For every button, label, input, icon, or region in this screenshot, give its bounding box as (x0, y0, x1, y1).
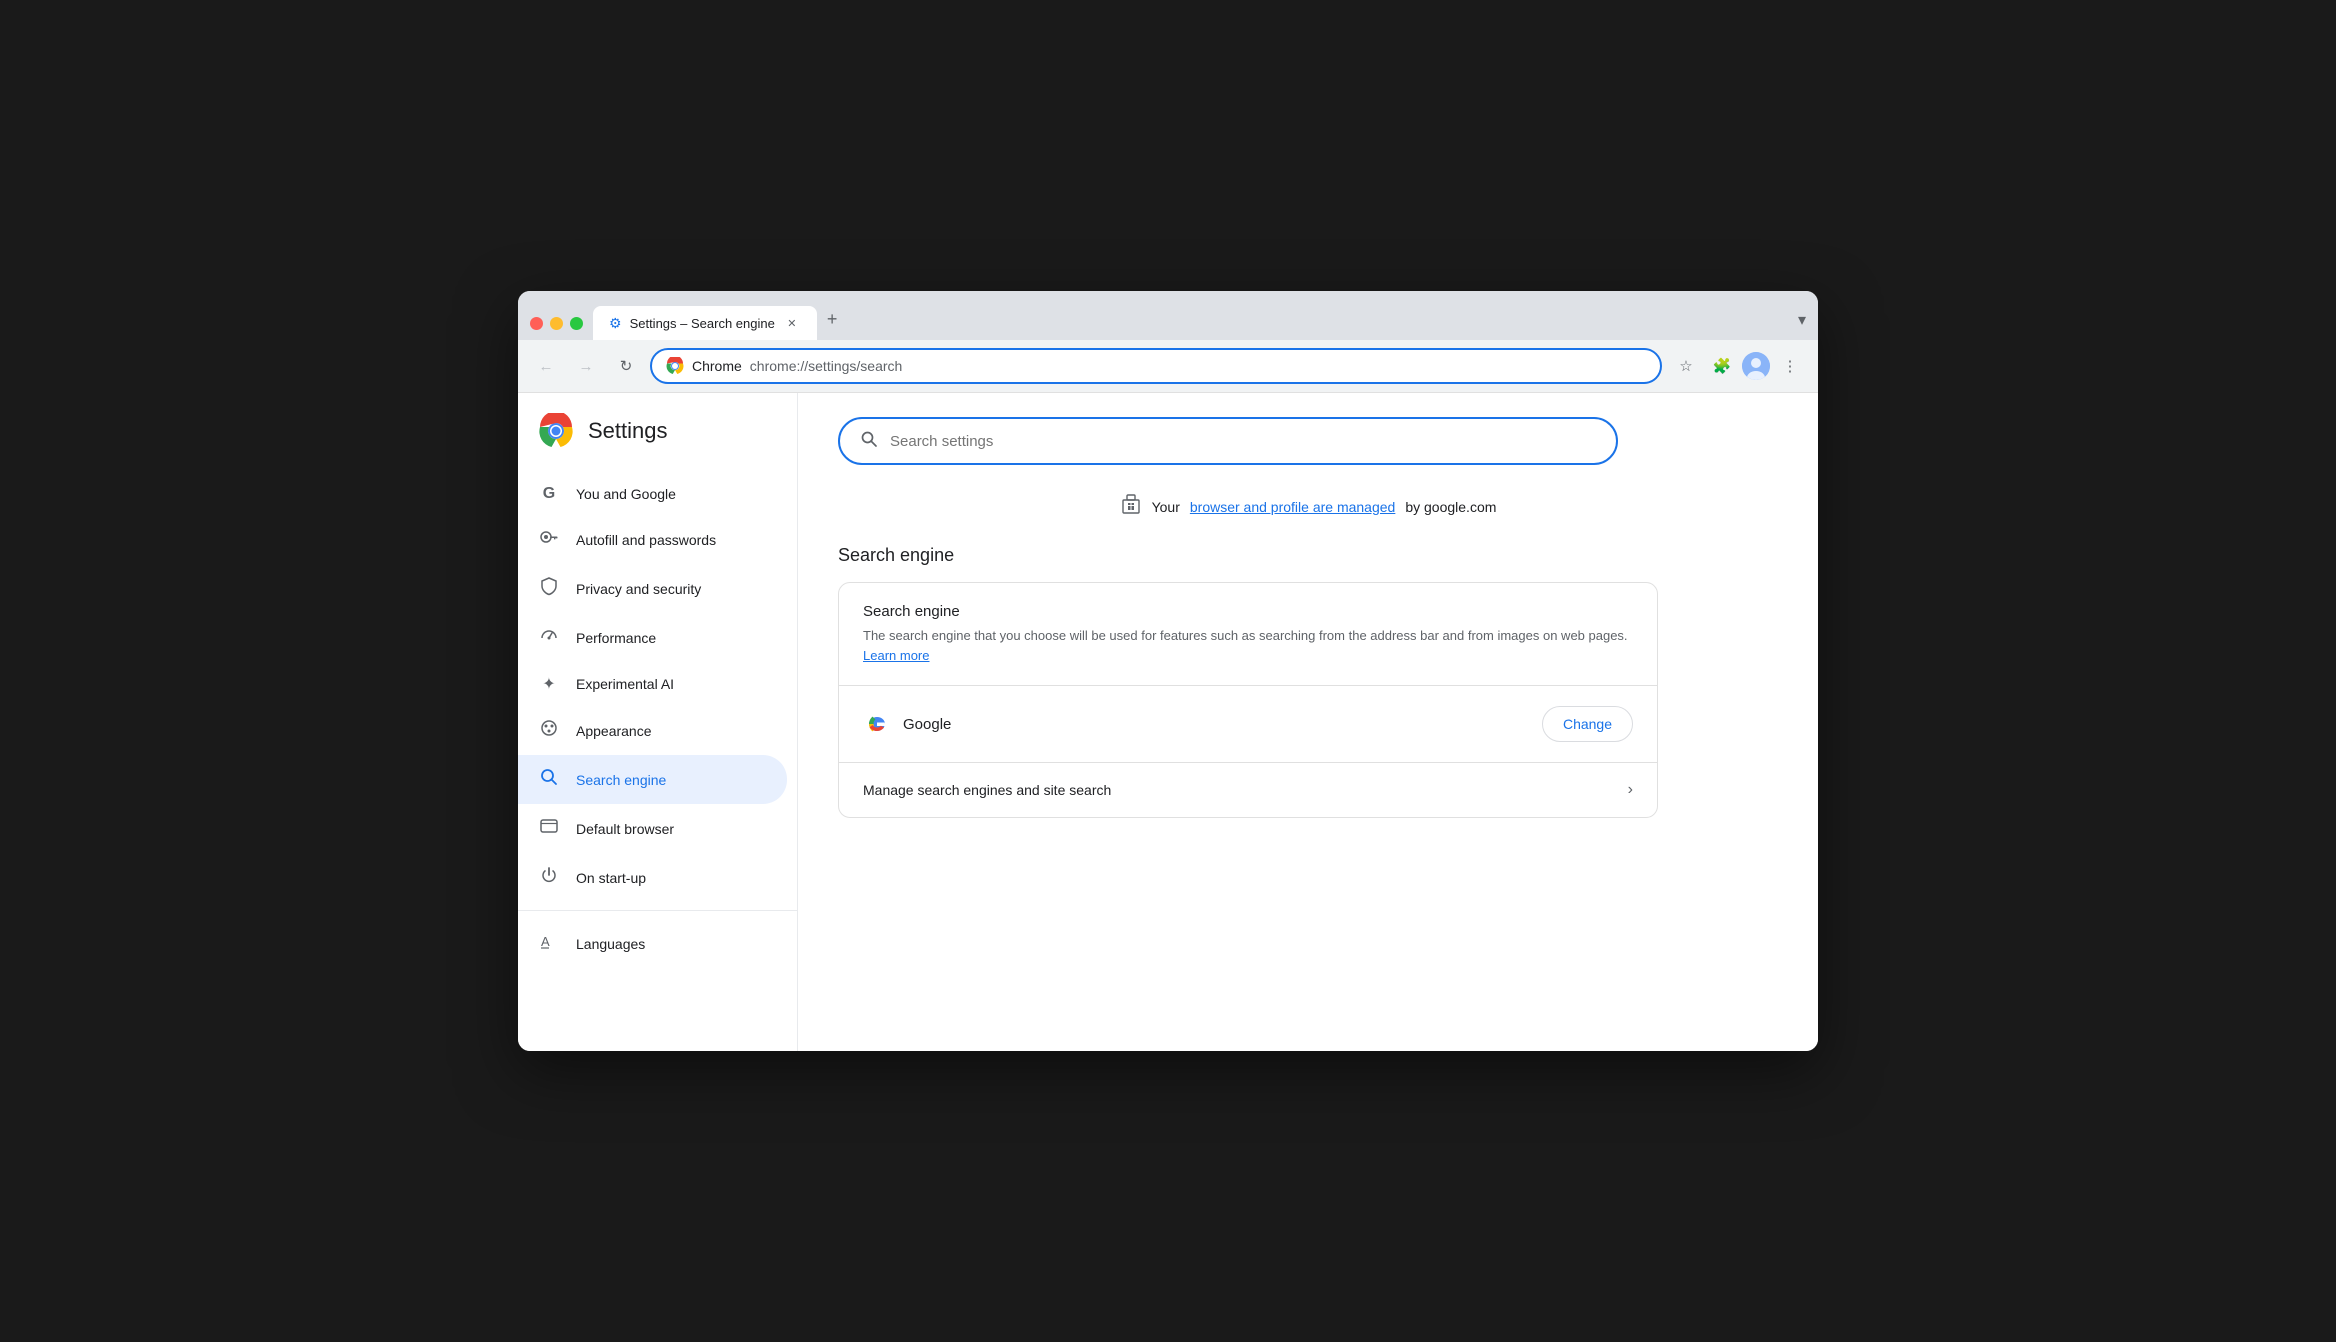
search-bar-container (838, 417, 1778, 465)
managed-notice: Your browser and profile are managed by … (838, 493, 1778, 521)
address-bar[interactable]: Chrome chrome://settings/search (650, 348, 1662, 384)
key-icon (538, 527, 560, 552)
new-tab-button[interactable]: + (817, 301, 848, 340)
more-vert-icon: ⋮ (1783, 357, 1798, 375)
extensions-button[interactable]: 🧩 (1706, 350, 1738, 382)
main-content: Settings G You and Google Autofill (518, 393, 1818, 1051)
sidebar-item-experimental-ai[interactable]: ✦ Experimental AI (518, 662, 787, 706)
sidebar-label-appearance: Appearance (576, 723, 652, 739)
chrome-logo-icon (666, 357, 684, 375)
title-bar: ⚙ Settings – Search engine ✕ + ▾ (518, 291, 1818, 340)
google-g-logo-icon (863, 710, 891, 738)
address-site-name: Chrome (692, 358, 742, 374)
search-engine-card: Search engine The search engine that you… (838, 582, 1658, 818)
tab-bar: ⚙ Settings – Search engine ✕ + ▾ (593, 301, 1806, 340)
star-icon: ☆ (1679, 357, 1692, 375)
svg-text:A: A (541, 934, 550, 949)
power-icon (538, 865, 560, 890)
tab-close-button[interactable]: ✕ (783, 314, 801, 332)
manage-search-engines-row[interactable]: Manage search engines and site search › (839, 763, 1657, 817)
sidebar-label-you-and-google: You and Google (576, 486, 676, 502)
managed-prefix: Your (1152, 499, 1180, 515)
palette-icon (538, 718, 560, 743)
forward-icon: → (579, 358, 594, 375)
profile-avatar[interactable] (1742, 352, 1770, 380)
sidebar-label-performance: Performance (576, 630, 656, 646)
sidebar-label-languages: Languages (576, 936, 645, 952)
sidebar-item-search-engine[interactable]: Search engine (518, 755, 787, 804)
puzzle-icon: 🧩 (1713, 357, 1732, 375)
search-engine-card-title: Search engine (863, 603, 1633, 620)
sidebar-label-autofill: Autofill and passwords (576, 532, 716, 548)
translate-icon: A (538, 931, 560, 956)
sidebar-label-default-browser: Default browser (576, 821, 674, 837)
search-settings-input[interactable] (890, 433, 1596, 450)
bookmark-button[interactable]: ☆ (1670, 350, 1702, 382)
traffic-lights (530, 317, 583, 340)
avatar-icon (1742, 352, 1770, 380)
forward-button[interactable]: → (570, 350, 602, 382)
sidebar-divider (518, 910, 797, 911)
maximize-button[interactable] (570, 317, 583, 330)
back-button[interactable]: ← (530, 350, 562, 382)
learn-more-link[interactable]: Learn more (863, 648, 929, 663)
search-engine-card-desc: The search engine that you choose will b… (863, 626, 1633, 665)
shield-icon (538, 576, 560, 601)
nav-actions: ☆ 🧩 ⋮ (1670, 350, 1806, 382)
current-engine-name: Google (903, 716, 951, 733)
search-engine-desc-text: The search engine that you choose will b… (863, 628, 1628, 643)
menu-button[interactable]: ⋮ (1774, 350, 1806, 382)
close-button[interactable] (530, 317, 543, 330)
engine-left: Google (863, 710, 951, 738)
section-title: Search engine (838, 545, 1778, 566)
change-search-engine-button[interactable]: Change (1542, 706, 1633, 742)
search-engine-info-section: Search engine The search engine that you… (839, 583, 1657, 686)
sidebar-label-search-engine: Search engine (576, 772, 666, 788)
browser-window: ⚙ Settings – Search engine ✕ + ▾ ← → ↻ (518, 291, 1818, 1051)
sidebar-label-privacy: Privacy and security (576, 581, 701, 597)
active-tab[interactable]: ⚙ Settings – Search engine ✕ (593, 306, 817, 340)
settings-title: Settings (588, 418, 668, 444)
tab-dropdown-button[interactable]: ▾ (1798, 310, 1806, 340)
chevron-right-icon: › (1628, 781, 1633, 799)
sidebar-item-autofill[interactable]: Autofill and passwords (518, 515, 787, 564)
building-icon (1120, 493, 1142, 521)
managed-suffix: by google.com (1405, 499, 1496, 515)
sidebar-item-privacy[interactable]: Privacy and security (518, 564, 787, 613)
settings-header: Settings (518, 413, 797, 473)
reload-icon: ↻ (620, 357, 633, 375)
chrome-logo-large-icon (538, 413, 574, 449)
sidebar-label-on-startup: On start-up (576, 870, 646, 886)
sidebar-label-experimental-ai: Experimental AI (576, 676, 674, 692)
content-area: Your browser and profile are managed by … (798, 393, 1818, 1051)
search-icon (538, 767, 560, 792)
manage-search-engines-label: Manage search engines and site search (863, 782, 1111, 798)
search-bar-icon (860, 430, 878, 453)
tab-favicon-icon: ⚙ (609, 315, 622, 332)
sidebar-item-on-startup[interactable]: On start-up (518, 853, 787, 902)
current-engine-section: Google Change (839, 686, 1657, 763)
sidebar-item-languages[interactable]: A Languages (518, 919, 787, 968)
back-icon: ← (539, 358, 554, 375)
google-g-icon: G (538, 485, 560, 503)
sidebar: Settings G You and Google Autofill (518, 393, 798, 1051)
managed-link[interactable]: browser and profile are managed (1190, 499, 1395, 515)
sidebar-item-you-and-google[interactable]: G You and Google (518, 473, 787, 515)
search-bar (838, 417, 1618, 465)
reload-button[interactable]: ↻ (610, 350, 642, 382)
nav-bar: ← → ↻ Chrome chrome://settings/search ☆ (518, 340, 1818, 393)
tab-title: Settings – Search engine (630, 316, 775, 331)
sidebar-item-performance[interactable]: Performance (518, 613, 787, 662)
sparkle-icon: ✦ (538, 674, 560, 694)
sidebar-item-default-browser[interactable]: Default browser (518, 804, 787, 853)
browser-icon (538, 816, 560, 841)
gauge-icon (538, 625, 560, 650)
current-engine-row: Google Change (863, 706, 1633, 742)
minimize-button[interactable] (550, 317, 563, 330)
address-url: chrome://settings/search (750, 358, 903, 374)
sidebar-item-appearance[interactable]: Appearance (518, 706, 787, 755)
